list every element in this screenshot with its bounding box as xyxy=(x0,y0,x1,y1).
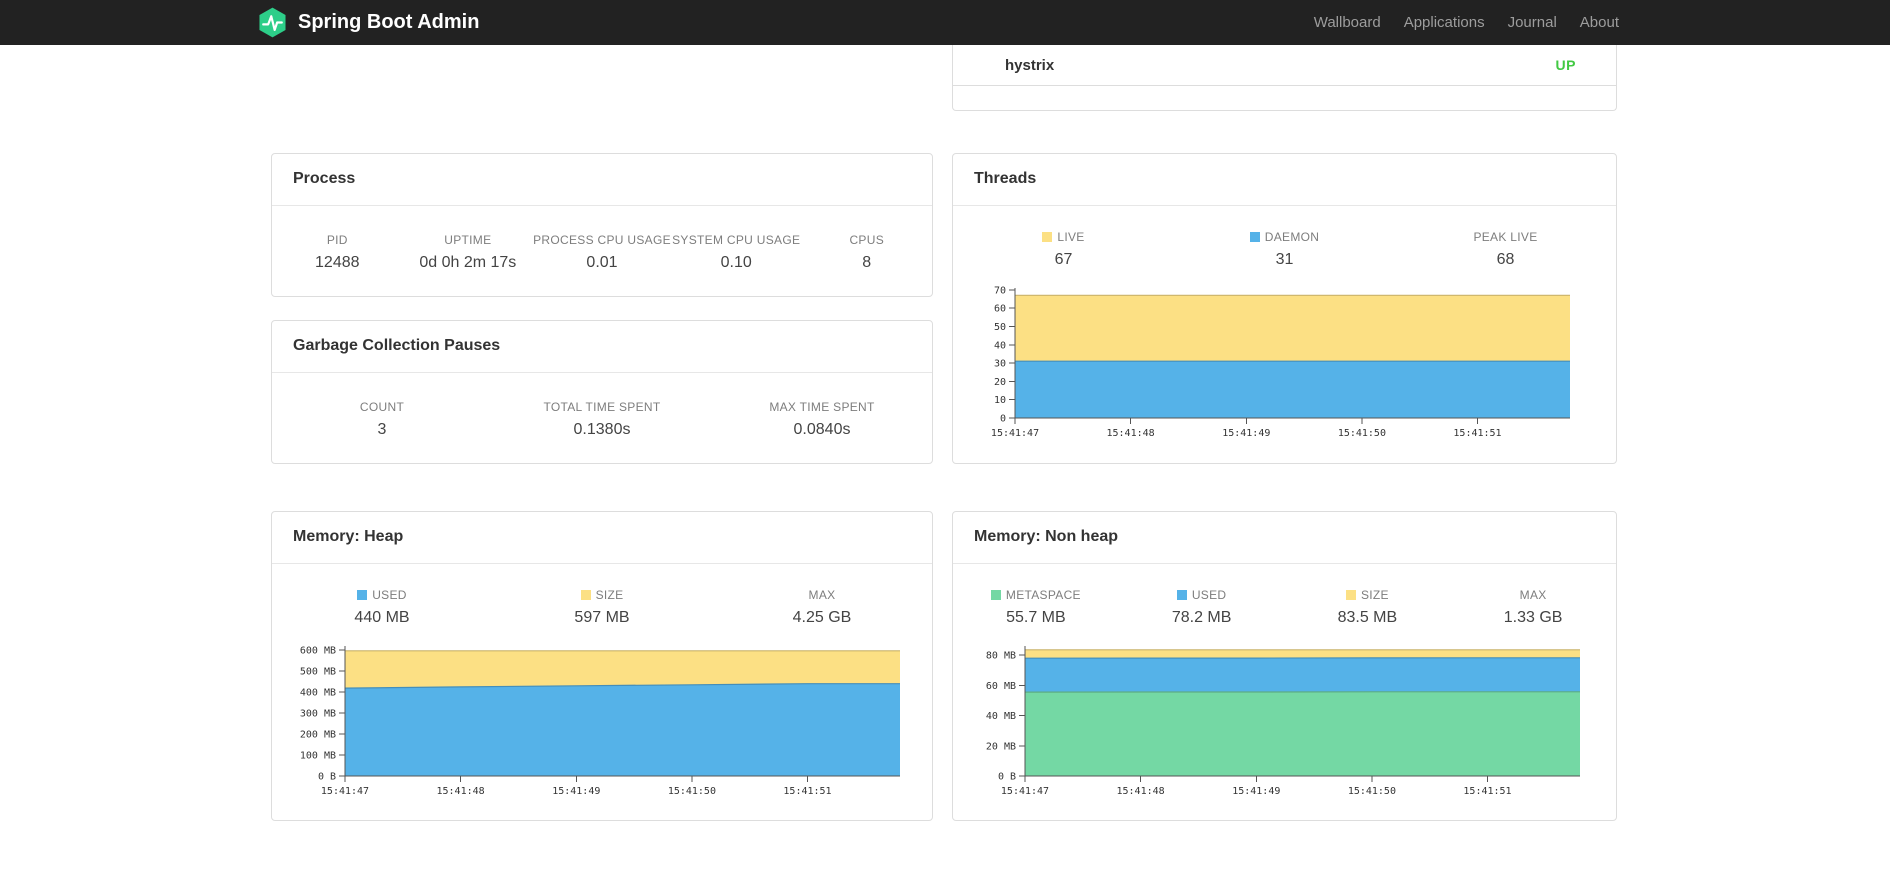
svg-text:20 MB: 20 MB xyxy=(985,741,1015,752)
nav-about[interactable]: About xyxy=(1580,14,1619,31)
svg-text:15:41:48: 15:41:48 xyxy=(1116,786,1164,797)
svg-text:60: 60 xyxy=(994,304,1006,315)
metaspace-legend-swatch xyxy=(990,589,1001,600)
threads-chart: 0 10 20 30 40 50 60 70 15:41:47 15:41:48 15:41:49 1… xyxy=(991,284,1578,449)
svg-text:15:41:51: 15:41:51 xyxy=(1463,786,1511,797)
svg-text:40: 40 xyxy=(994,340,1006,351)
nonheap-size-legend-swatch xyxy=(1345,589,1356,600)
stat-gc-total-time: TOTAL TIME SPENT 0.1380s xyxy=(543,399,661,438)
application-name: hystrix xyxy=(1005,56,1055,74)
nav-journal[interactable]: Journal xyxy=(1508,14,1557,31)
svg-text:200 MB: 200 MB xyxy=(300,730,336,741)
svg-text:70: 70 xyxy=(994,285,1006,296)
stat-metaspace: METASPACE 55.7 MB xyxy=(953,572,1119,642)
svg-text:40 MB: 40 MB xyxy=(985,711,1015,722)
heap-size-legend-swatch xyxy=(580,589,591,600)
svg-text:15:41:50: 15:41:50 xyxy=(1338,428,1386,439)
svg-text:15:41:49: 15:41:49 xyxy=(1222,428,1270,439)
svg-text:20: 20 xyxy=(994,377,1006,388)
stat-process-cpu-usage: PROCESS CPU USAGE 0.01 xyxy=(533,232,671,271)
svg-text:15:41:48: 15:41:48 xyxy=(437,786,485,797)
daemon-legend-swatch xyxy=(1249,231,1260,242)
svg-text:15:41:51: 15:41:51 xyxy=(1453,428,1501,439)
nav-applications[interactable]: Applications xyxy=(1404,14,1485,31)
stat-heap-used: USED 440 MB xyxy=(354,587,410,626)
threads-legend: LIVE 67 DAEMON 31 PEAK LIVE 68 xyxy=(953,206,1616,284)
gc-stats: COUNT 3 TOTAL TIME SPENT 0.1380s MAX TIM… xyxy=(272,373,932,465)
svg-text:30: 30 xyxy=(994,359,1006,370)
stat-pid: PID 12488 xyxy=(315,232,360,271)
svg-text:15:41:47: 15:41:47 xyxy=(991,428,1039,439)
stat-gc-count: COUNT 3 xyxy=(359,399,405,438)
stat-heap-size: SIZE 597 MB xyxy=(574,587,630,626)
svg-text:15:41:49: 15:41:49 xyxy=(1232,786,1280,797)
nav-wallboard[interactable]: Wallboard xyxy=(1314,14,1381,31)
svg-text:15:41:50: 15:41:50 xyxy=(668,786,716,797)
application-row[interactable]: hystrix UP xyxy=(953,45,1616,86)
memory-heap-card: Memory: Heap USED 440 MB SIZE 597 MB MAX… xyxy=(271,511,933,821)
svg-text:50: 50 xyxy=(994,322,1006,333)
svg-text:80 MB: 80 MB xyxy=(985,651,1015,662)
svg-text:500 MB: 500 MB xyxy=(300,667,336,678)
svg-text:15:41:51: 15:41:51 xyxy=(783,786,831,797)
svg-text:100 MB: 100 MB xyxy=(300,751,336,762)
stat-gc-max-time: MAX TIME SPENT 0.0840s xyxy=(769,399,875,438)
heap-legend: USED 440 MB SIZE 597 MB MAX 4.25 GB xyxy=(272,564,932,642)
gc-card-title: Garbage Collection Pauses xyxy=(272,321,932,373)
nonheap-card-title: Memory: Non heap xyxy=(953,512,1616,564)
svg-text:300 MB: 300 MB xyxy=(300,709,336,720)
live-legend-swatch xyxy=(1042,231,1053,242)
application-status-card: hystrix UP xyxy=(952,45,1617,111)
status-badge: UP xyxy=(1555,57,1576,73)
svg-text:15:41:49: 15:41:49 xyxy=(552,786,600,797)
dashboard-page: Spring Boot Admin Wallboard Applications… xyxy=(0,0,1890,892)
stat-nonheap-used: USED 78.2 MB xyxy=(1171,587,1232,626)
svg-text:15:41:48: 15:41:48 xyxy=(1107,428,1155,439)
memory-heap-chart: 0 B 100 MB 200 MB 300 MB 400 MB 500 MB 600 MB 1… xyxy=(296,642,908,807)
stat-peak-live-threads: PEAK LIVE 68 xyxy=(1473,229,1538,268)
heap-card-title: Memory: Heap xyxy=(272,512,932,564)
memory-nonheap-chart: 0 B 20 MB 40 MB 60 MB 80 MB 15:41:47 15:41:48 1… xyxy=(982,642,1588,807)
memory-nonheap-card: Memory: Non heap METASPACE 55.7 MB USED … xyxy=(952,511,1617,821)
svg-text:600 MB: 600 MB xyxy=(300,646,336,657)
threads-card: Threads LIVE 67 DAEMON 31 PEAK LIVE 68 0… xyxy=(952,153,1617,464)
stat-uptime: UPTIME 0d 0h 2m 17s xyxy=(419,232,517,271)
svg-text:15:41:50: 15:41:50 xyxy=(1347,786,1395,797)
brand-title: Spring Boot Admin xyxy=(298,11,480,33)
process-card-title: Process xyxy=(272,154,932,206)
navbar: Spring Boot Admin Wallboard Applications… xyxy=(0,0,1890,45)
nonheap-used-legend-swatch xyxy=(1176,589,1187,600)
nonheap-legend: METASPACE 55.7 MB USED 78.2 MB SIZE 83.5… xyxy=(953,564,1616,642)
gc-pauses-card: Garbage Collection Pauses COUNT 3 TOTAL … xyxy=(271,320,933,464)
stat-daemon-threads: DAEMON 31 xyxy=(1174,214,1395,284)
svg-text:15:41:47: 15:41:47 xyxy=(1000,786,1048,797)
stat-live-threads: LIVE 67 xyxy=(953,214,1174,284)
spring-boot-admin-logo-icon xyxy=(257,7,288,38)
stat-nonheap-size: SIZE 83.5 MB xyxy=(1337,587,1398,626)
heap-used-legend-swatch xyxy=(357,589,368,600)
nav-links: Wallboard Applications Journal About xyxy=(1314,14,1619,31)
stat-cpus: CPUS 8 xyxy=(849,232,884,271)
svg-text:400 MB: 400 MB xyxy=(300,688,336,699)
threads-card-title: Threads xyxy=(953,154,1616,206)
svg-text:0 B: 0 B xyxy=(318,772,336,783)
stat-heap-max: MAX 4.25 GB xyxy=(792,587,852,626)
svg-text:10: 10 xyxy=(994,395,1006,406)
stat-system-cpu-usage: SYSTEM CPU USAGE 0.10 xyxy=(672,232,801,271)
svg-text:15:41:47: 15:41:47 xyxy=(321,786,369,797)
svg-text:60 MB: 60 MB xyxy=(985,681,1015,692)
process-stats: PID 12488 UPTIME 0d 0h 2m 17s PROCESS CP… xyxy=(272,206,932,298)
svg-text:0 B: 0 B xyxy=(997,772,1015,783)
process-card: Process PID 12488 UPTIME 0d 0h 2m 17s PR… xyxy=(271,153,933,297)
brand[interactable]: Spring Boot Admin xyxy=(257,7,479,38)
stat-nonheap-max: MAX 1.33 GB xyxy=(1503,587,1563,626)
svg-text:0: 0 xyxy=(1000,414,1006,425)
